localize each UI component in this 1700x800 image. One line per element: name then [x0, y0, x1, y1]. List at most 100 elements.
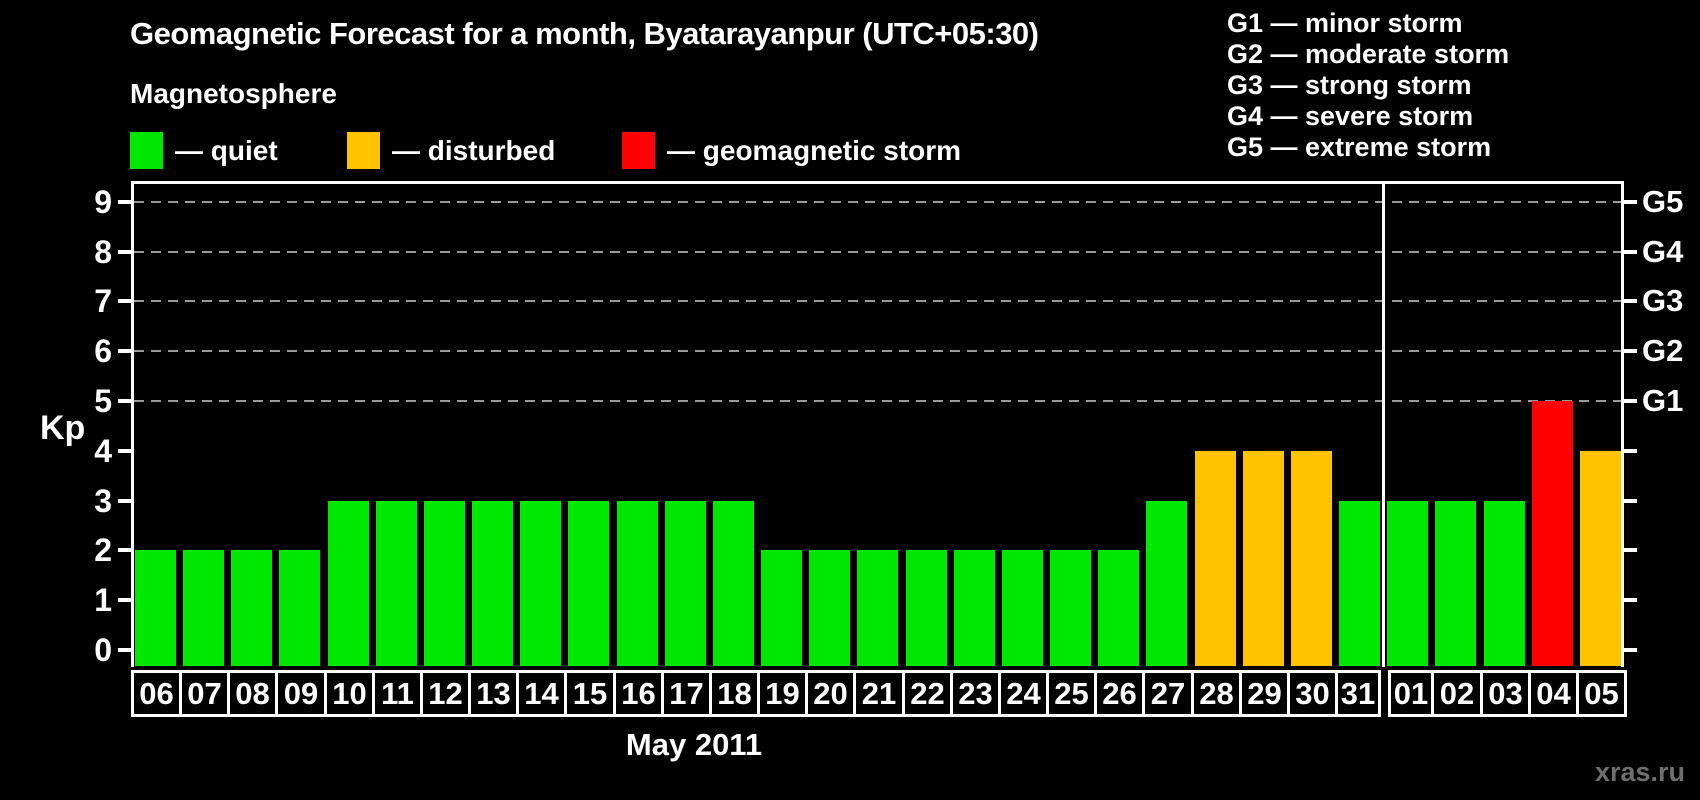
- right-axis-label-G2: G2: [1642, 333, 1684, 369]
- day-label-box-08: 08: [227, 670, 278, 717]
- day-label-box-11: 11: [372, 670, 423, 717]
- day-label-box-31: 31: [1335, 670, 1381, 717]
- gridline-kp6: [134, 350, 1621, 353]
- day-label-box-06: 06: [131, 670, 182, 717]
- right-axis-label-G5: G5: [1642, 183, 1684, 219]
- day-label-box-20: 20: [805, 670, 856, 717]
- bar-day-13: [472, 501, 513, 666]
- bar-day-28: [1195, 451, 1236, 666]
- bar-day-20: [809, 550, 850, 666]
- magnetosphere-subtitle: Magnetosphere: [130, 78, 337, 109]
- bar-day-16: [617, 501, 658, 666]
- gridline-kp8: [134, 250, 1621, 253]
- day-label-box-19: 19: [757, 670, 808, 717]
- day-label-box-22: 22: [902, 670, 953, 717]
- bar-day-02: [1435, 501, 1476, 666]
- y-axis-tick-right-2: [1624, 548, 1637, 553]
- bar-day-30: [1291, 451, 1332, 666]
- bar-day-17: [665, 501, 706, 666]
- day-label-box-03: 03: [1480, 670, 1531, 717]
- day-label-box-18: 18: [709, 670, 760, 717]
- day-label-box-04: 04: [1528, 670, 1579, 717]
- bar-day-14: [520, 501, 561, 666]
- y-axis-label-0: 0: [94, 632, 112, 668]
- month-separator-line: [1382, 181, 1385, 667]
- y-axis-label-2: 2: [94, 532, 112, 569]
- bar-day-03: [1484, 501, 1525, 666]
- y-axis-label-1: 1: [94, 582, 112, 619]
- bar-day-15: [568, 501, 609, 666]
- gridline-kp9: [134, 200, 1621, 203]
- y-axis-tick-right-9: [1624, 199, 1637, 204]
- legend-label-disturbed: — disturbed: [392, 135, 556, 166]
- legend-label-storm: — geomagnetic storm: [667, 135, 962, 166]
- y-axis-tick-left-3: [118, 498, 131, 503]
- y-axis-tick-left-1: [118, 598, 131, 603]
- x-axis-month-label: May 2011: [625, 727, 763, 762]
- right-axis-label-G3: G3: [1642, 283, 1684, 319]
- bar-day-04: [1532, 401, 1573, 666]
- page-title: Geomagnetic Forecast for a month, Byatar…: [130, 16, 1039, 51]
- bar-day-10: [328, 501, 369, 666]
- bar-day-07: [183, 550, 224, 666]
- y-axis-tick-right-0: [1624, 648, 1637, 652]
- y-axis-tick-right-4: [1624, 448, 1637, 453]
- day-label-box-12: 12: [420, 670, 471, 717]
- bar-day-09: [279, 550, 320, 666]
- bar-day-05: [1580, 451, 1621, 666]
- y-axis-tick-left-0: [118, 648, 131, 652]
- bar-day-12: [424, 501, 465, 666]
- y-axis-label-3: 3: [94, 482, 112, 519]
- day-label-box-10: 10: [324, 670, 375, 717]
- day-label-box-30: 30: [1287, 670, 1338, 717]
- bar-day-01: [1387, 501, 1428, 666]
- legend-item-storm: — geomagnetic storm: [622, 132, 961, 169]
- bar-day-18: [713, 501, 754, 666]
- y-axis-tick-right-5: [1624, 399, 1637, 403]
- day-label-box-29: 29: [1239, 670, 1290, 717]
- day-label-box-07: 07: [179, 670, 230, 717]
- day-label-box-21: 21: [853, 670, 905, 717]
- storm-scale-legend: G1 — minor storm G2 — moderate storm G3 — …: [1227, 8, 1509, 163]
- day-label-box-28: 28: [1191, 670, 1242, 717]
- day-label-box-05: 05: [1576, 670, 1627, 717]
- watermark: xras.ru: [1594, 757, 1685, 787]
- bar-day-24: [1002, 550, 1043, 666]
- bar-day-19: [761, 550, 802, 666]
- y-axis-label-8: 8: [94, 233, 112, 270]
- legend-label-quiet: — quiet: [175, 135, 278, 166]
- y-axis-tick-right-8: [1624, 249, 1637, 254]
- y-axis-label-7: 7: [94, 283, 112, 320]
- day-label-box-14: 14: [516, 670, 567, 717]
- storm-scale-line: G4 — severe storm: [1227, 101, 1474, 131]
- bar-day-21: [857, 550, 898, 666]
- gridline-kp7: [134, 300, 1621, 303]
- legend-item-disturbed: — disturbed: [347, 132, 555, 169]
- y-axis-tick-left-5: [118, 399, 131, 403]
- bar-day-06: [135, 550, 176, 666]
- bar-day-31: [1339, 501, 1380, 666]
- bar-day-27: [1146, 501, 1187, 666]
- y-axis-tick-left-8: [118, 249, 131, 254]
- y-axis-tick-left-9: [118, 199, 131, 204]
- bar-day-29: [1243, 451, 1284, 666]
- y-axis-label-6: 6: [94, 333, 112, 370]
- y-axis-tick-right-3: [1624, 498, 1637, 503]
- y-axis-tick-left-4: [118, 448, 131, 453]
- y-axis-tick-right-1: [1624, 598, 1637, 603]
- right-axis-label-G4: G4: [1642, 233, 1684, 269]
- day-label-box-01: 01: [1388, 670, 1434, 717]
- y-axis-tick-left-6: [118, 349, 131, 354]
- quiet-color-swatch-icon: [130, 132, 163, 169]
- bar-day-11: [376, 501, 417, 666]
- day-label-box-25: 25: [1046, 670, 1097, 717]
- y-axis-tick-left-2: [118, 548, 131, 553]
- day-label-box-09: 09: [275, 670, 327, 717]
- y-axis-tick-right-6: [1624, 349, 1637, 354]
- day-label-box-16: 16: [613, 670, 664, 717]
- day-label-box-17: 17: [661, 670, 712, 717]
- bar-day-23: [954, 550, 995, 666]
- storm-color-swatch-icon: [622, 132, 655, 169]
- y-axis-tick-right-7: [1624, 299, 1637, 304]
- bar-day-08: [231, 550, 272, 666]
